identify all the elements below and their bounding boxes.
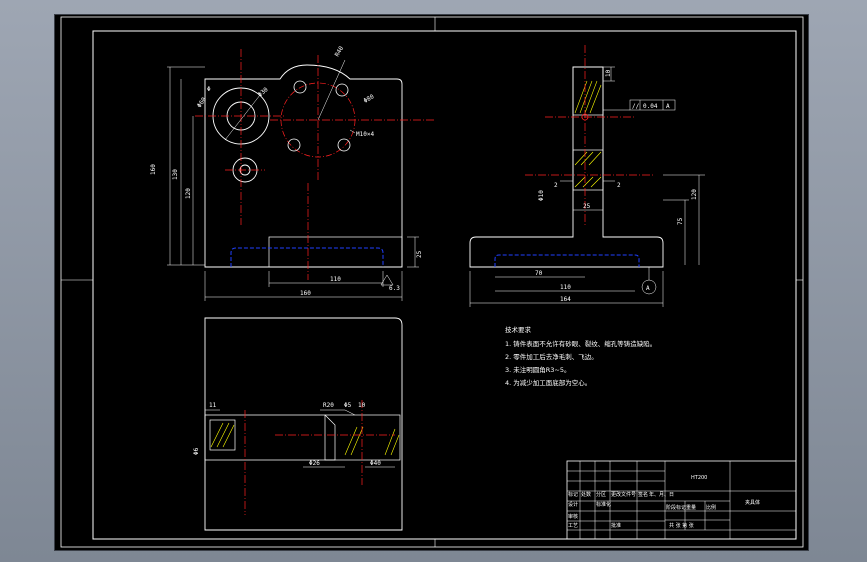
dim-phi30: Φ30	[257, 86, 270, 99]
front-base-step	[268, 236, 403, 268]
dim-h25: 25	[416, 250, 423, 258]
outer-border	[60, 16, 804, 548]
side-dim-lines	[469, 66, 705, 307]
dim-phi6: Φ6	[193, 447, 200, 455]
section-outline	[204, 317, 403, 531]
tolerance-datum: A	[666, 103, 670, 110]
section-centerlines	[244, 400, 395, 515]
tb-label-approve: 批准	[611, 522, 621, 529]
tb-label-weight: 重量	[686, 504, 696, 511]
tb-label-signature: 签名	[638, 491, 648, 498]
bolt-hole	[337, 138, 351, 152]
dim-phi5: Φ5	[344, 402, 352, 409]
zone-ticks	[61, 17, 803, 547]
dim-gap-right: 2	[617, 182, 621, 189]
section-arm	[204, 414, 336, 461]
tb-label-standardize: 标准化	[596, 501, 611, 508]
tech-req-item: 4. 为减少加工面底部为空心。	[505, 378, 591, 387]
dim-h120: 120	[691, 189, 698, 200]
dim-phi26: Φ26	[309, 460, 320, 467]
dim-w70: 70	[535, 270, 543, 277]
dim-h120: 120	[185, 188, 192, 199]
tb-label-mark: 标记	[568, 491, 578, 498]
dim-phi40: Φ40	[370, 460, 381, 467]
side-view: 10 // 0.04 A Φ10 2 2 25 120 75 70 110 16…	[469, 45, 705, 307]
front-view: R40 Φ60 Φ30 Φ80 M10×4 Φ 160 130 120 110 …	[150, 45, 435, 301]
tb-label-zone: 分区	[596, 491, 606, 498]
bolt-hole	[293, 80, 307, 94]
side-hidden-pocket	[494, 254, 640, 267]
section-boss	[324, 414, 401, 461]
tolerance-symbol: //	[632, 103, 640, 110]
section-dim-lines	[205, 409, 395, 468]
dim-m10x4: M10×4	[356, 131, 374, 138]
drawing-viewport[interactable]: R40 Φ60 Φ30 Φ80 M10×4 Φ 160 130 120 110 …	[54, 14, 809, 551]
tb-label-scale: 比例	[706, 504, 716, 511]
tb-label-stage: 阶段标记	[666, 504, 686, 511]
tech-req-item: 1. 铸件表面不允许有砂眼、裂纹、缩孔等铸造缺陷。	[505, 339, 656, 348]
dim-gap-left: 2	[554, 182, 558, 189]
dim-r20: R20	[323, 402, 334, 409]
dim-small-note: Φ	[207, 86, 211, 93]
section-view: 11 R20 Φ5 10 Φ26 Φ40 Φ6	[193, 317, 403, 531]
dim-w25: 25	[583, 203, 591, 210]
bolt-hole	[287, 138, 301, 152]
tech-req-item: 3. 未注明圆角R3~5。	[505, 365, 571, 374]
dim-r40: R40	[334, 45, 346, 58]
tb-label-process: 工艺	[568, 523, 578, 529]
title-part-name: 夹具体	[745, 499, 760, 506]
front-centerlines	[195, 49, 435, 280]
dim-d11: 11	[209, 402, 217, 409]
dim-w160: 160	[300, 290, 311, 297]
tolerance-value: 0.04	[643, 103, 658, 110]
datum-a: A	[646, 285, 650, 292]
side-hatch	[574, 80, 602, 188]
tb-label-review: 审核	[568, 513, 578, 520]
title-block: HT200 夹具体 标记 处数 分区 更改文件号 签名 年、月、日 设计 标准化…	[566, 460, 797, 540]
dim-phi10: Φ10	[538, 190, 545, 201]
drawing-canvas: R40 Φ60 Φ30 Φ80 M10×4 Φ 160 130 120 110 …	[60, 16, 804, 548]
section-hatch	[210, 422, 400, 456]
side-mid-bore	[572, 149, 604, 191]
bolt-hole	[335, 83, 349, 97]
dim-w110: 110	[560, 284, 571, 291]
tech-req-title: 技术要求	[505, 325, 532, 334]
tb-label-count: 处数	[581, 491, 591, 498]
dim-phi60: Φ60	[196, 96, 208, 109]
dim-phi80: Φ80	[363, 93, 376, 105]
dim-w164: 164	[560, 296, 571, 303]
dim-h75: 75	[677, 217, 684, 225]
tb-sheet-info: 共 张 第 张	[669, 522, 694, 529]
tb-label-date: 年、月、日	[649, 491, 674, 498]
dim-d10: 10	[358, 402, 366, 409]
title-material: HT200	[691, 475, 707, 481]
dim-h130: 130	[172, 169, 179, 180]
dim-d10: 10	[605, 69, 612, 77]
tech-req-item: 2. 零件加工后去净毛刺、飞边。	[505, 352, 598, 361]
front-hidden-pocket	[230, 247, 384, 267]
tb-label-change-doc: 更改文件号	[611, 491, 636, 498]
roughness-mark: 6.3	[389, 285, 400, 292]
tb-label-design: 设计	[568, 501, 578, 508]
dim-h160: 160	[150, 164, 157, 175]
side-outline	[469, 66, 664, 268]
dim-w110: 110	[330, 276, 341, 283]
tech-requirements: 技术要求 1. 铸件表面不允许有砂眼、裂纹、缩孔等铸造缺陷。 2. 零件加工后去…	[505, 325, 656, 387]
